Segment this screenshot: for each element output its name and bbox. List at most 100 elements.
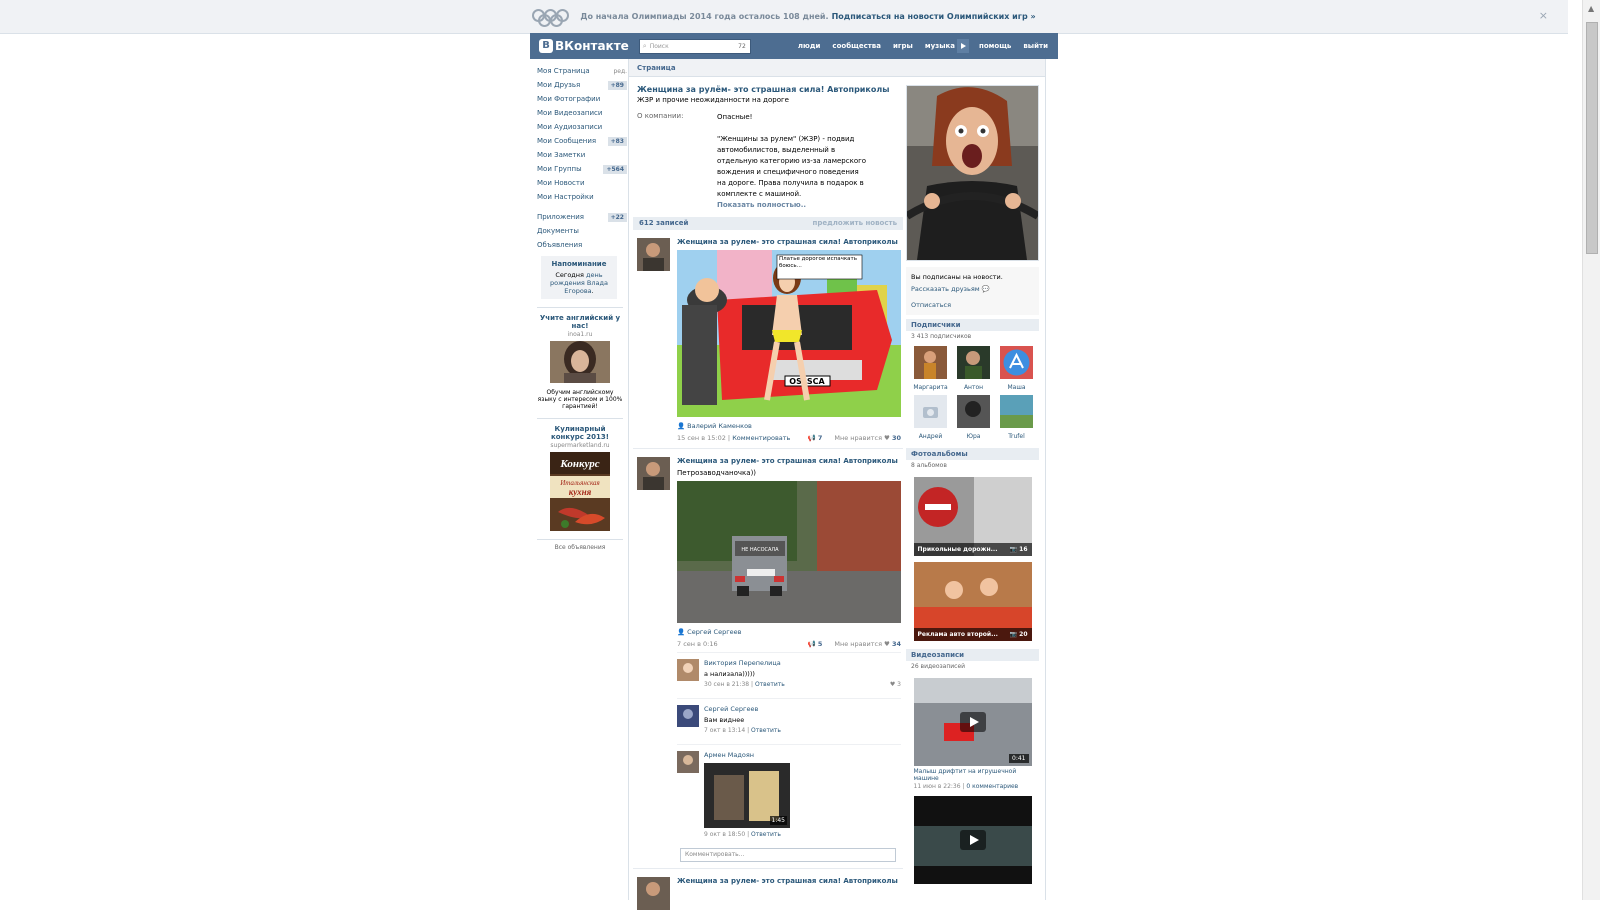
comment-avatar[interactable] (677, 751, 699, 773)
ad-title[interactable]: Учите английский у нас! (537, 314, 623, 330)
like-button[interactable]: Мне нравится ♥ 30 (828, 434, 901, 442)
post-author[interactable]: Женщина за рулем- это страшная сила! Авт… (677, 457, 901, 465)
nav-help[interactable]: помощь (979, 42, 1011, 50)
subscriber-name[interactable]: Антон (964, 384, 983, 391)
nav-games[interactable]: игры (893, 42, 913, 50)
subscriber[interactable]: Маргарита (909, 346, 952, 391)
post-signer[interactable]: 👤 Сергей Сергеев (677, 628, 901, 636)
nav-logout[interactable]: выйти (1023, 42, 1048, 50)
post-avatar[interactable] (637, 877, 670, 910)
comment-like-button[interactable]: ♥ 3 (890, 681, 901, 688)
subscriber[interactable]: Trufel (995, 395, 1038, 440)
post-image[interactable]: НЕ НАСОСАЛА (677, 481, 901, 623)
music-play-icon[interactable] (957, 39, 970, 53)
suggest-news-link[interactable]: предложить новость (813, 219, 898, 228)
menu-groups[interactable]: Мои Группы (537, 165, 582, 173)
subscriber-name[interactable]: Маша (1007, 384, 1025, 391)
banner-subscribe-link[interactable]: Подписаться на новости Олимпийских игр » (832, 12, 1036, 21)
menu-ads[interactable]: Объявления (537, 241, 582, 249)
albums-header[interactable]: Фотоальбомы (906, 448, 1039, 460)
edit-link[interactable]: ред. (613, 68, 627, 75)
all-ads-link[interactable]: Все объявления (537, 539, 623, 551)
menu-photos[interactable]: Мои Фотографии (537, 95, 600, 103)
nav-people[interactable]: люди (798, 42, 821, 50)
comment-link[interactable]: Комментировать (732, 434, 790, 442)
search-input[interactable]: ⌕ Поиск 72 (638, 38, 751, 54)
post-author[interactable]: Женщина за рулем- это страшная сила! Авт… (677, 238, 901, 246)
vk-logo[interactable]: В ВКонтакте (539, 39, 629, 53)
comment-video[interactable]: 1:45 (704, 763, 790, 828)
signer-name[interactable]: Валерий Каменков (687, 422, 752, 430)
nav-music[interactable]: музыка (925, 42, 955, 50)
post-avatar[interactable] (637, 238, 670, 271)
comment-avatar[interactable] (677, 659, 699, 681)
comment-author[interactable]: Армен Мадоян (704, 751, 901, 759)
menu-documents[interactable]: Документы (537, 227, 579, 235)
play-icon[interactable] (959, 712, 986, 732)
menu-messages[interactable]: Мои Сообщения (537, 137, 596, 145)
video-thumb[interactable] (913, 796, 1032, 884)
subscriber-avatar[interactable] (1000, 395, 1033, 428)
menu-settings[interactable]: Мои Настройки (537, 193, 594, 201)
comment-date[interactable]: 9 окт в 18:50 (704, 831, 745, 838)
subscriber-name[interactable]: Андрей (919, 433, 943, 440)
subscriber-name[interactable]: Юра (967, 433, 981, 440)
comment-author[interactable]: Сергей Сергеев (704, 705, 901, 713)
scroll-up-icon[interactable]: ▲ (1588, 4, 1594, 13)
ad-image[interactable] (550, 341, 610, 385)
friends-badge[interactable]: +89 (607, 80, 627, 90)
comment-input[interactable]: Комментировать... (680, 848, 896, 862)
scrollbar[interactable]: ▲ (1582, 0, 1600, 900)
subscriber[interactable]: Маша (995, 346, 1038, 391)
subscriber-name[interactable]: Trufel (1008, 433, 1025, 440)
ad-english[interactable]: Учите английский у нас! inoa1.ru Обучим … (537, 307, 623, 410)
ad-image[interactable]: Конкурс Итальянская кухня (550, 452, 610, 533)
photo-album[interactable]: Реклама авто второй... 📷 20 (913, 562, 1032, 641)
play-icon[interactable] (959, 830, 986, 850)
groups-badge[interactable]: +564 (603, 164, 627, 174)
post-author[interactable]: Женщина за рулем- это страшная сила! Авт… (677, 877, 901, 885)
camera-placeholder-icon[interactable] (914, 395, 947, 428)
menu-notes[interactable]: Мои Заметки (537, 151, 585, 159)
videos-header[interactable]: Видеозаписи (906, 649, 1039, 661)
menu-my-page[interactable]: Моя Страница (537, 67, 590, 75)
menu-friends[interactable]: Мои Друзья (537, 81, 580, 89)
like-button[interactable]: Мне нравится ♥ 34 (828, 640, 901, 648)
close-icon[interactable]: × (1539, 9, 1548, 22)
post-image[interactable]: OSSSCA Платье дорогое испачкать боюсь... (677, 250, 901, 417)
group-photo[interactable] (906, 85, 1039, 261)
apps-badge[interactable]: +22 (607, 212, 627, 222)
messages-badge[interactable]: +83 (607, 136, 627, 146)
share-button[interactable]: 📢 5 (808, 640, 823, 648)
scrollbar-thumb[interactable] (1586, 22, 1598, 254)
comment-author[interactable]: Виктория Перепелица (704, 659, 901, 667)
post-signer[interactable]: 👤 Валерий Каменков (677, 422, 901, 430)
subscriber[interactable]: Андрей (909, 395, 952, 440)
comment-date[interactable]: 7 окт в 13:14 (704, 727, 745, 734)
photo-album[interactable]: Прикольные дорожн... 📷 16 (913, 477, 1032, 556)
post-avatar[interactable] (637, 457, 670, 490)
video-title[interactable]: Малыш дрифтит на игрушечной машине (914, 768, 1032, 782)
reply-link[interactable]: Ответить (751, 727, 781, 734)
subscriber-name[interactable]: Маргарита (913, 384, 947, 391)
share-button[interactable]: 📢 7 (808, 434, 823, 442)
reply-link[interactable]: Ответить (755, 681, 785, 688)
ad-cooking[interactable]: Кулинарный конкурс 2013! supermarketland… (537, 418, 623, 533)
unsubscribe-link[interactable]: Отписаться (911, 301, 951, 309)
nav-communities[interactable]: сообщества (832, 42, 881, 50)
video-comments-link[interactable]: 0 комментариев (966, 783, 1018, 790)
post-date[interactable]: 7 сен в 0:16 (677, 640, 718, 648)
menu-apps[interactable]: Приложения (537, 213, 584, 221)
menu-news[interactable]: Мои Новости (537, 179, 585, 187)
comment-date[interactable]: 30 сен в 21:38 (704, 681, 749, 688)
posts-count[interactable]: 612 записей (639, 219, 688, 228)
menu-videos[interactable]: Мои Видеозаписи (537, 109, 602, 117)
subscriber[interactable]: Юра (952, 395, 995, 440)
subscriber-avatar[interactable] (957, 346, 990, 379)
ad-title[interactable]: Кулинарный конкурс 2013! (537, 425, 623, 441)
menu-audio[interactable]: Мои Аудиозаписи (537, 123, 602, 131)
signer-name[interactable]: Сергей Сергеев (687, 628, 741, 636)
tell-friends-link[interactable]: Рассказать друзьям (911, 285, 980, 293)
comment-avatar[interactable] (677, 705, 699, 727)
subscribers-header[interactable]: Подписчики (906, 319, 1039, 331)
